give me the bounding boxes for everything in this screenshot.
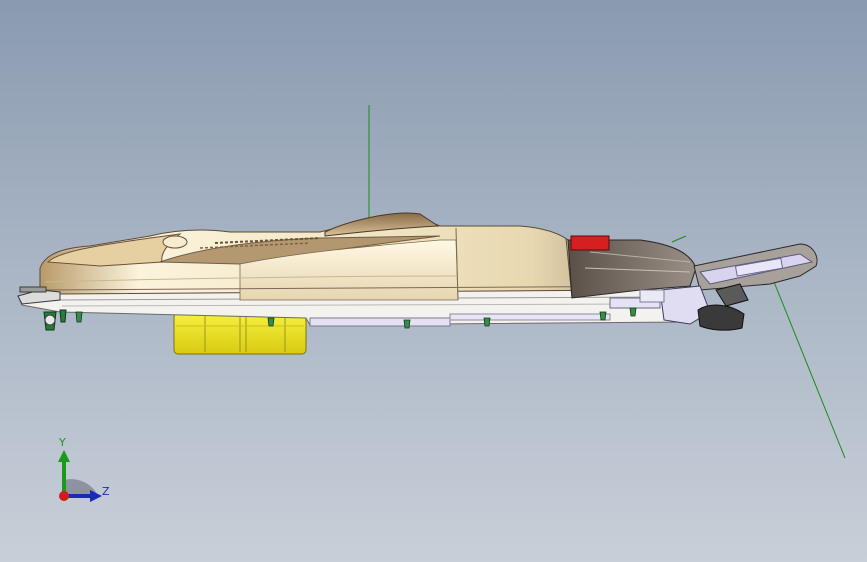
orientation-triad[interactable]: Y Z [40,436,130,516]
tilted-flap [693,243,818,291]
triad-axes [58,450,102,502]
yellow-connector-block [173,312,307,355]
cad-3d-viewport[interactable]: Y Z [0,0,867,562]
reference-line-diagonal [769,271,846,459]
reference-line-short [671,235,687,243]
cad-model-view[interactable] [0,0,867,562]
triad-y-label: Y [59,436,66,449]
red-indicator [570,235,610,251]
triad-z-label: Z [102,485,110,498]
